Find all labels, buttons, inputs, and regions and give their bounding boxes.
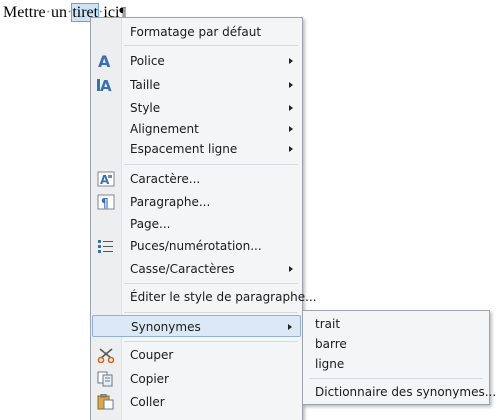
menu-separator [124,45,298,46]
menu-item-copy[interactable]: Copier [92,368,301,390]
submenu-arrow-icon [289,82,293,88]
menu-item-bullets-numbering[interactable]: Puces/numérotation... [92,235,301,257]
menu-separator [309,378,483,379]
character-icon: A [97,171,115,187]
submenu-arrow-icon [289,146,293,152]
menu-item-label: Éditer le style de paragraphe... [130,290,317,304]
menu-item-label: Espacement ligne [130,142,238,156]
menu-item-style[interactable]: Style [92,97,301,119]
submenu-arrow-icon [288,324,292,330]
menu-item-label: Page... [130,217,171,231]
font-icon: A [97,52,115,71]
menu-item-paragraph[interactable]: ¶ Paragraphe... [92,191,301,213]
thesaurus-label: Dictionnaire des synonymes... [315,385,497,399]
menu-item-default-formatting[interactable]: Formatage par défaut [92,21,301,43]
synonym-item-barre[interactable]: barre [304,333,488,355]
synonyms-submenu: trait barre ligne Dictionnaire des synon… [302,310,496,405]
submenu-arrow-icon [289,105,293,111]
menu-separator [124,341,298,342]
scissors-icon [97,347,115,364]
paste-icon [97,393,115,410]
menu-item-label: Police [130,54,165,68]
synonym-label: barre [315,337,347,351]
synonym-item-ligne[interactable]: ligne [304,353,488,375]
menu-item-label: Puces/numérotation... [130,239,262,253]
copy-icon [97,371,115,387]
synonym-label: trait [315,317,341,331]
menu-item-page[interactable]: Page... [92,213,301,235]
synonym-label: ligne [315,357,345,371]
paragraph-icon: ¶ [97,194,115,210]
menu-item-paste[interactable]: Coller [92,391,301,413]
menu-item-case[interactable]: Casse/Caractères [92,258,301,280]
menu-item-size[interactable]: A Taille [92,74,301,96]
menu-item-label: Couper [130,348,174,362]
menu-item-label: Taille [130,78,161,92]
svg-text:A: A [98,53,111,69]
svg-text:A: A [100,77,112,93]
menu-item-cut[interactable]: Couper [92,344,301,366]
menu-separator [124,164,298,165]
submenu-arrow-icon [289,58,293,64]
word-un[interactable]: un [51,4,67,21]
bullets-icon [97,238,115,254]
menu-item-label: Copier [130,372,169,386]
menu-item-font[interactable]: A Police [92,50,301,72]
font-size-icon: A [97,77,115,95]
menu-item-label: Formatage par défaut [130,25,262,39]
word-mettre[interactable]: Mettre [3,4,46,21]
menu-separator [124,312,298,313]
context-menu: Formatage par défaut A Police A Taille S… [90,17,317,420]
menu-item-alignment[interactable]: Alignement [92,118,301,140]
synonym-item-trait[interactable]: trait [304,313,488,335]
menu-item-character[interactable]: A Caractère... [92,168,301,190]
menu-item-label: Paragraphe... [130,195,211,209]
menu-item-synonyms[interactable]: Synonymes [92,315,301,337]
menu-item-label: Alignement [130,122,199,136]
menu-item-label: Synonymes [131,320,201,334]
submenu-arrow-icon [289,126,293,132]
menu-item-line-spacing[interactable]: Espacement ligne [92,138,301,160]
submenu-arrow-icon [289,266,293,272]
menu-item-label: Style [130,101,161,115]
menu-item-edit-paragraph-style[interactable]: Éditer le style de paragraphe... [92,286,317,308]
menu-item-label: Coller [130,395,165,409]
menu-item-thesaurus[interactable]: Dictionnaire des synonymes... [304,381,496,403]
svg-text:¶: ¶ [101,196,109,210]
menu-item-label: Casse/Caractères [130,262,235,276]
menu-separator [124,283,298,284]
menu-item-label: Caractère... [130,172,201,186]
